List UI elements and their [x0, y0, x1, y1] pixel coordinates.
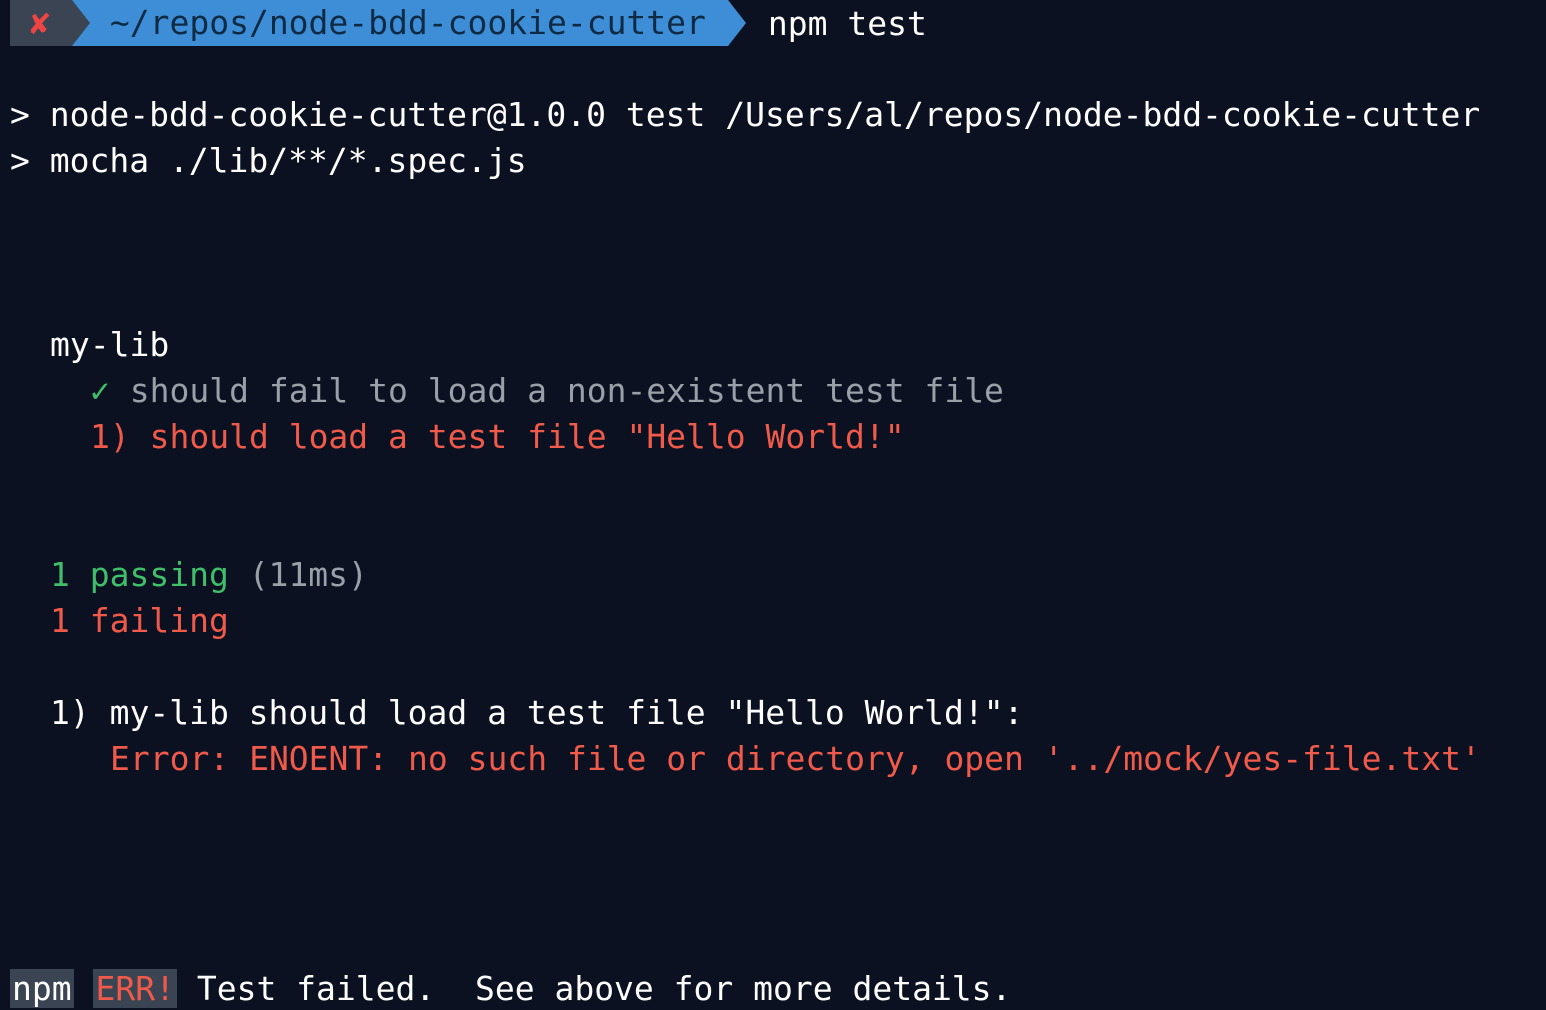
failure-header: 1) my-lib should load a test file "Hello… [50, 693, 1024, 732]
passing-duration: (11ms) [248, 555, 368, 594]
npm-script-line: > node-bdd-cookie-cutter@1.0.0 test /Use… [10, 95, 1481, 134]
suite-name: my-lib [50, 325, 170, 364]
prompt-separator-icon [71, 0, 90, 46]
failing-test-row: 1) should load a test file "Hello World!… [90, 414, 905, 460]
prompt-separator-icon [727, 0, 746, 46]
npm-error-footer: npm ERR! Test failed. See above for more… [10, 966, 1011, 1010]
prompt-path: ~/repos/node-bdd-cookie-cutter [89, 0, 728, 46]
passing-count: 1 passing [50, 555, 229, 594]
failing-test-title: should load a test file "Hello World!" [149, 417, 905, 456]
failure-error-message: Error: ENOENT: no such file or directory… [110, 739, 1481, 778]
failing-test-index: 1) [90, 417, 130, 456]
passing-test-row: ✓ should fail to load a non-existent tes… [90, 368, 1004, 414]
prompt-command[interactable]: npm test [746, 4, 927, 43]
passing-summary: 1 passing (11ms) [50, 552, 368, 598]
npm-tag: npm [10, 969, 74, 1008]
err-tag: ERR! [93, 969, 177, 1008]
passing-test-title: should fail to load a non-existent test … [129, 371, 1004, 410]
error-status-icon: ✘ [10, 0, 72, 46]
shell-prompt: ✘ ~/repos/node-bdd-cookie-cutter npm tes… [10, 0, 927, 46]
npm-script-command: > mocha ./lib/**/*.spec.js [10, 141, 527, 180]
npm-error-message: Test failed. See above for more details. [176, 969, 1012, 1008]
checkmark-icon: ✓ [90, 371, 110, 410]
failing-count: 1 failing [50, 601, 229, 640]
